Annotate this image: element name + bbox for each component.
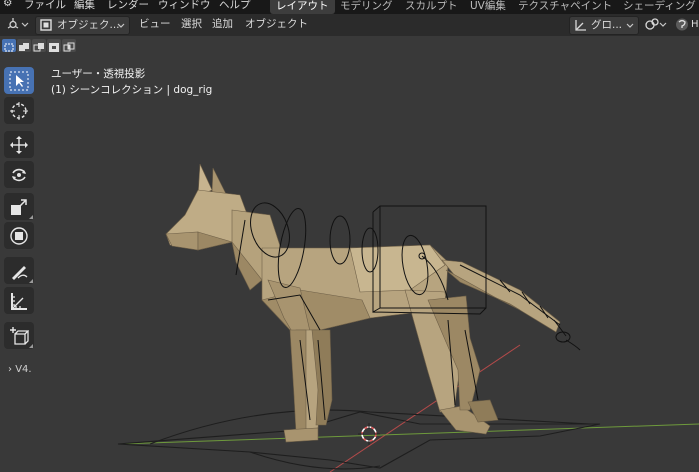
mode-label: オブジェク...: [57, 19, 120, 31]
tab-uv-editing[interactable]: UV編集: [470, 0, 506, 13]
chevron-down-icon: [117, 23, 125, 28]
3d-cursor-icon[interactable]: [358, 423, 380, 445]
editor-type-icon: [7, 18, 29, 29]
menu-render[interactable]: レンダー: [107, 0, 149, 12]
orientation-global-icon: [575, 20, 586, 31]
tab-shading[interactable]: シェーディング: [623, 0, 696, 13]
pivot-point-icon: [645, 18, 667, 30]
menu-edit[interactable]: 編集: [74, 0, 95, 12]
chevron-down-icon: [626, 23, 634, 28]
transform-orientation-dropdown[interactable]: グロ...: [569, 16, 639, 35]
menu-file[interactable]: ファイル: [24, 0, 66, 12]
tab-layout[interactable]: レイアウト: [270, 0, 335, 14]
menu-window[interactable]: ウィンドウ: [158, 0, 211, 12]
root-control-widget[interactable]: [117, 409, 601, 470]
editor-type-button[interactable]: [4, 16, 30, 33]
menu-add[interactable]: 追加: [212, 16, 233, 33]
viewport-header: オブジェク... ビュー 選択 追加 オブジェクト グロ... H: [0, 14, 699, 36]
menu-view[interactable]: ビュー: [139, 16, 171, 33]
tab-sculpt[interactable]: スカルプト: [405, 0, 458, 13]
menu-select[interactable]: 選択: [181, 16, 202, 33]
dog-model[interactable]: [165, 163, 561, 443]
orientation-label: グロ...: [591, 19, 623, 31]
object-mode-icon: [40, 19, 52, 31]
tab-texture-paint[interactable]: テクスチャペイント: [518, 0, 612, 13]
menu-object[interactable]: オブジェクト: [245, 16, 308, 33]
pivot-point-dropdown[interactable]: [643, 16, 669, 33]
blender-logo-icon[interactable]: ⚙: [3, 0, 12, 9]
menu-help[interactable]: ヘルプ: [219, 0, 251, 12]
y-axis-line: [119, 423, 699, 445]
snap-label: H: [691, 19, 699, 30]
top-menu-bar: ⚙ ファイル 編集 レンダー ウィンドウ ヘルプ レイアウト モデリング スカル…: [0, 0, 699, 14]
tab-modeling[interactable]: モデリング: [340, 0, 393, 13]
viewport-canvas[interactable]: [0, 38, 699, 472]
snap-toggle[interactable]: H: [673, 16, 699, 33]
mode-dropdown[interactable]: オブジェク...: [35, 16, 130, 35]
